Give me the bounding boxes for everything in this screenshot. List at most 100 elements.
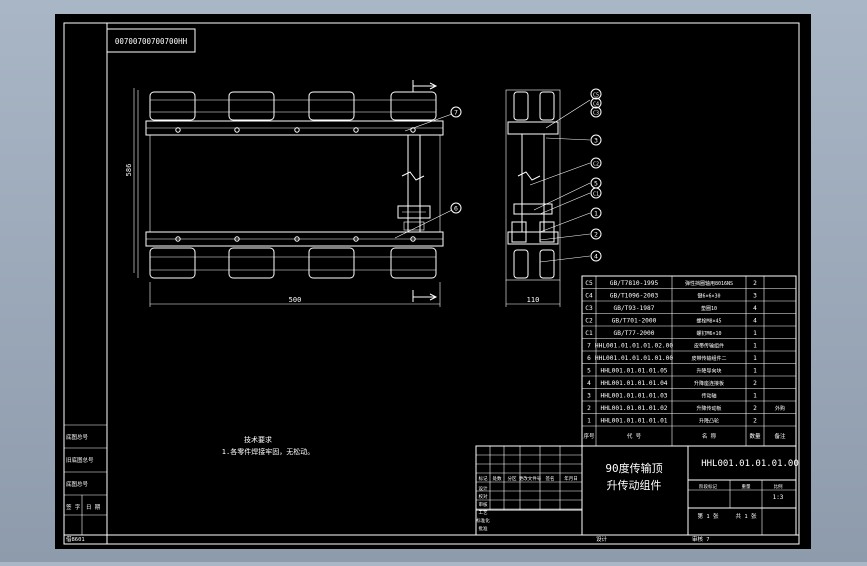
change-header: 签名 xyxy=(546,475,555,482)
bom-cell-no: C5 xyxy=(585,280,593,287)
bom-cell-qty: 2 xyxy=(753,405,757,412)
bom-cell-name: 皮带传输组件 xyxy=(694,343,724,350)
bom-cell-no: C3 xyxy=(585,305,593,312)
footer-checker: 审核 7 xyxy=(692,535,710,543)
bom-cell-qty: 3 xyxy=(753,293,757,300)
cad-viewport: 00700700700700HH 586 500 110 7 6 C5 C4 C… xyxy=(0,0,867,562)
stage-label: 比例 xyxy=(774,483,783,490)
bom-cell-name: 垫圈10 xyxy=(701,305,717,312)
sheet-total: 共 1 张 xyxy=(736,512,757,520)
bom-header-cell: 序号 xyxy=(583,432,595,440)
bom-cell-code: HHL001.01.01.01.01.00 xyxy=(595,355,674,362)
role-label: 设计 xyxy=(479,485,488,492)
bom-cell-no: 3 xyxy=(587,393,591,400)
stage-label: 阶段标记 xyxy=(699,483,717,490)
balloon-label: 6 xyxy=(454,205,458,213)
bom-header-cell: 数量 xyxy=(749,432,761,440)
bom-cell-code: GB/T7810-1995 xyxy=(610,280,659,287)
bom-cell-name: 螺钉M6×10 xyxy=(696,330,721,337)
balloon-label: C2 xyxy=(593,162,599,168)
drawing-number: HHL001.01.01.01.00 xyxy=(701,459,799,469)
role-label: 校对 xyxy=(479,493,488,500)
strip-label: 底图总号 xyxy=(66,480,89,488)
bom-cell-code: HHL001.01.01.01.02 xyxy=(600,405,667,412)
bom-cell-code: GB/T701-2000 xyxy=(612,318,657,325)
tech-req-title: 技术要求 xyxy=(244,435,272,444)
bom-cell-code: HHL001.01.01.01.04 xyxy=(600,380,667,387)
bom-cell-code: HHL001.01.01.01.02.00 xyxy=(595,343,674,350)
bom-cell-no: C4 xyxy=(585,293,593,300)
bom-cell-name: 螺栓M8×45 xyxy=(696,318,721,325)
stage-label: 重量 xyxy=(742,483,751,490)
bom-cell-qty: 1 xyxy=(753,368,757,375)
width-dimension: 500 xyxy=(289,296,302,304)
balloon-label: 2 xyxy=(594,231,598,239)
bom-cell-no: 2 xyxy=(587,405,591,412)
strip-label: 旧底图总号 xyxy=(66,456,94,464)
balloon-label: 4 xyxy=(594,253,598,261)
bom-cell-name: 升降导向块 xyxy=(696,368,721,375)
bom-cell-code: GB/T93-1987 xyxy=(614,305,655,312)
bom-cell-code: HHL001.01.01.01.05 xyxy=(600,368,667,375)
drawing-title-line1: 90度传输顶 xyxy=(605,461,662,475)
code-stamp: 00700700700700HH xyxy=(115,37,188,46)
drawing-canvas: 00700700700700HH 586 500 110 76C5C4C33C2… xyxy=(55,14,811,549)
change-header: 处数 xyxy=(493,475,502,482)
bom-cell-qty: 4 xyxy=(753,318,757,325)
bom-cell-code: HHL001.01.01.01.01 xyxy=(600,418,667,425)
bom-cell-qty: 1 xyxy=(753,330,757,337)
bom-header-cell: 代 号 xyxy=(627,432,642,440)
bom-cell-no: 6 xyxy=(587,355,591,362)
role-label: 审核 xyxy=(479,501,488,508)
strip-label: 日 期 xyxy=(86,504,101,511)
change-header: 标记 xyxy=(479,475,488,482)
tech-req-text: 1.各零件焊接牢固，无松动。 xyxy=(222,447,314,456)
bom-cell-name: 键6×6×30 xyxy=(697,293,720,300)
drawing-title-line2: 升传动组件 xyxy=(607,478,662,492)
bom-cell-qty: 1 xyxy=(753,355,757,362)
height-dimension: 586 xyxy=(125,164,133,177)
sheet-count: 第 1 张 xyxy=(698,512,719,520)
strip-label: 签 字 xyxy=(66,503,81,511)
footer-left: 借8601 xyxy=(66,535,85,543)
bom-cell-qty: 4 xyxy=(753,305,757,312)
bom-cell-qty: 1 xyxy=(753,343,757,350)
side-width-dimension: 110 xyxy=(527,296,540,304)
bom-cell-no: 5 xyxy=(587,368,591,375)
strip-label: 底图总号 xyxy=(66,433,89,441)
bom-cell-no: 4 xyxy=(587,380,591,387)
bom-cell-no: C2 xyxy=(585,318,593,325)
balloon-label: 5 xyxy=(594,180,598,188)
footer-designer: 设计 xyxy=(596,535,608,543)
balloon-label: 1 xyxy=(594,210,598,218)
balloon-label: 7 xyxy=(454,109,458,117)
bom-cell-qty: 2 xyxy=(753,280,757,287)
role-label: 批准 xyxy=(479,525,488,532)
bom-cell-no: 7 xyxy=(587,343,591,350)
balloon-label: C3 xyxy=(593,111,599,117)
change-header: 分区 xyxy=(508,475,517,482)
bom-cell-code: HHL001.01.01.01.03 xyxy=(600,393,667,400)
bom-cell-no: C1 xyxy=(585,330,593,337)
bom-cell-note: 外购 xyxy=(775,405,785,412)
bom-cell-name: 传动轴 xyxy=(701,393,716,400)
bom-cell-name: 升降传动板 xyxy=(696,405,721,412)
bom-cell-code: GB/T77-2000 xyxy=(614,330,655,337)
bom-cell-name: 弹性挡圈轴用8016NS xyxy=(685,280,733,287)
bom-header-cell: 备注 xyxy=(774,432,786,440)
bom-header-cell: 名 称 xyxy=(702,432,717,440)
bom-cell-name: 皮带传输组件二 xyxy=(691,355,726,362)
bom-cell-qty: 1 xyxy=(753,393,757,400)
bom-cell-qty: 2 xyxy=(753,418,757,425)
bom-cell-name: 升降凸轮 xyxy=(699,418,719,425)
bom-cell-no: 1 xyxy=(587,418,591,425)
bom-cell-code: GB/T1096-2003 xyxy=(610,293,659,300)
role-label: 标准化 xyxy=(476,517,490,524)
balloon-label: C1 xyxy=(593,192,599,198)
drawing-scale: 1:3 xyxy=(773,494,784,501)
change-header: 年月日 xyxy=(564,475,578,482)
balloon-label: 3 xyxy=(594,137,598,145)
change-header: 更改文件号 xyxy=(519,475,542,482)
bom-cell-name: 升降座连接板 xyxy=(694,380,724,387)
bom-cell-qty: 2 xyxy=(753,380,757,387)
